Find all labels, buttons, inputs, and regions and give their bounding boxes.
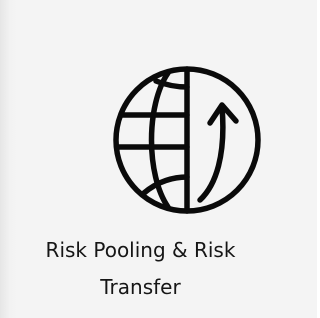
page: Risk Pooling & Risk Transfer [0, 0, 317, 318]
card-title-line-2: Transfer [100, 275, 181, 299]
card-title: Risk Pooling & Risk Transfer [0, 232, 299, 306]
card-title-line-1: Risk Pooling & Risk [45, 238, 236, 262]
globe-arrow-icon [112, 65, 262, 215]
